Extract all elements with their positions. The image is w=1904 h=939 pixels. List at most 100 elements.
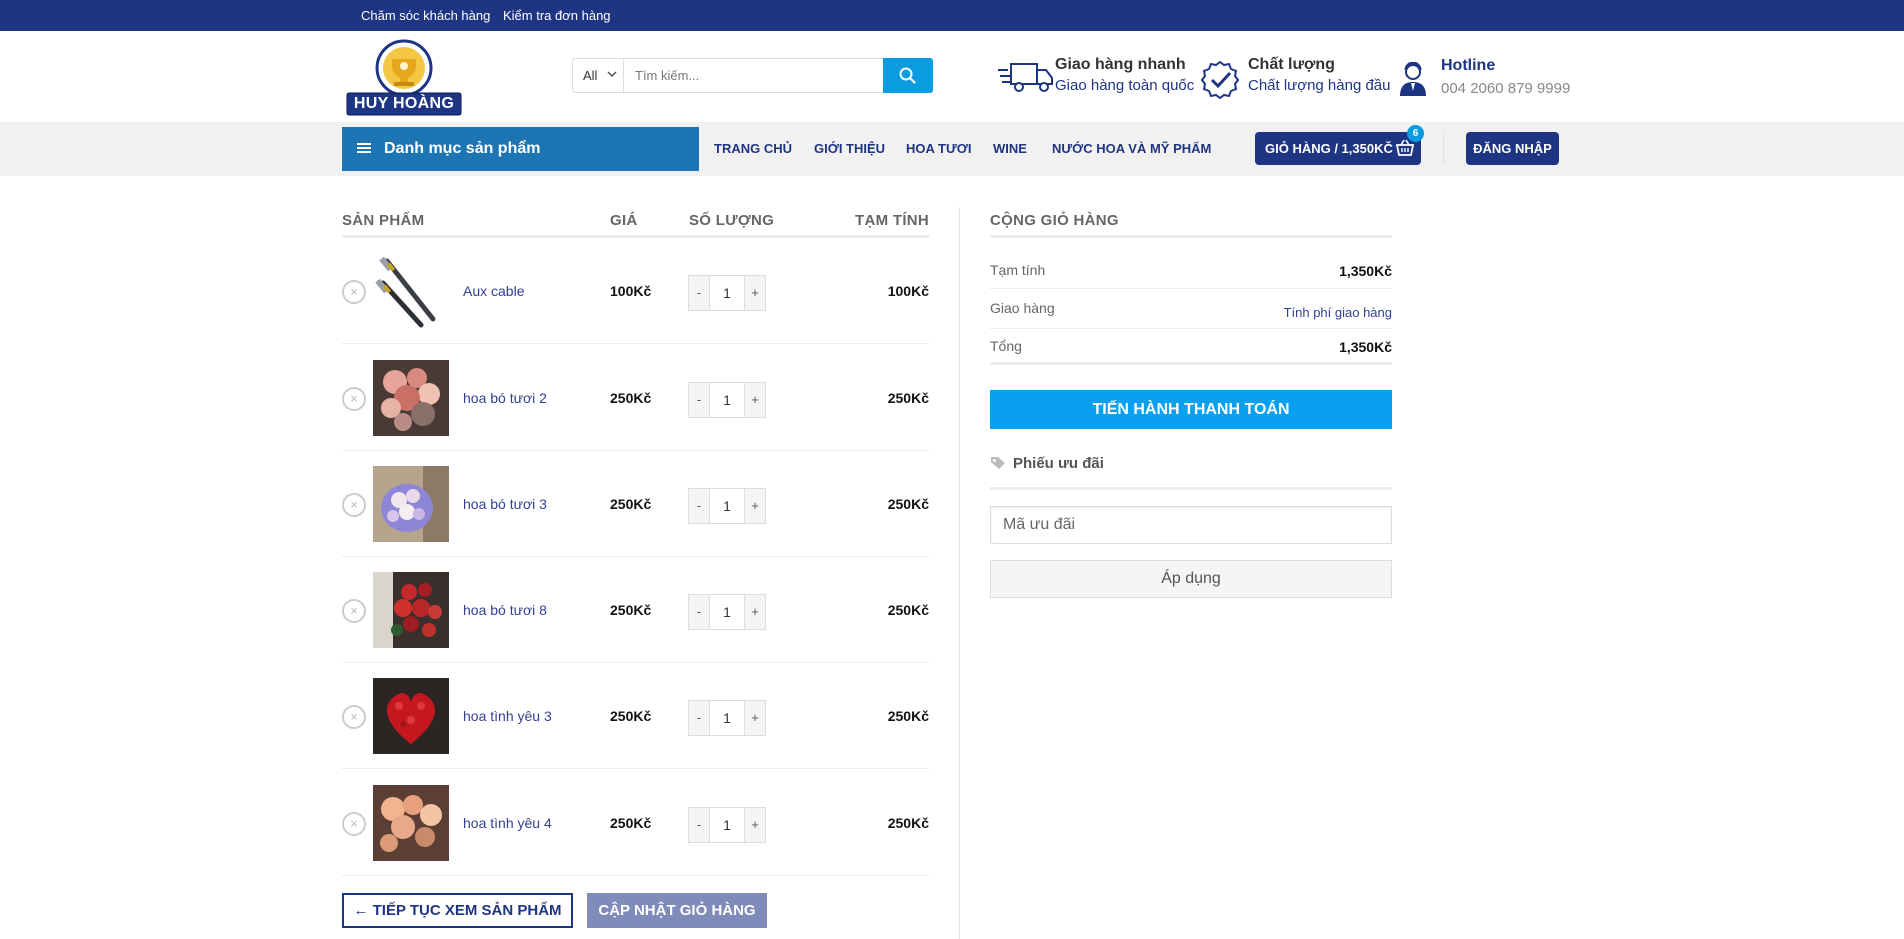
remove-item-button[interactable]: ×	[342, 705, 366, 729]
product-name-link[interactable]: hoa bó tươi 2	[463, 390, 547, 406]
decrease-qty-button[interactable]: -	[688, 807, 710, 843]
product-thumbnail[interactable]	[373, 572, 449, 648]
col-header-price: GIÁ	[610, 212, 638, 229]
remove-item-button[interactable]: ×	[342, 812, 366, 836]
decrease-qty-button[interactable]: -	[688, 382, 710, 418]
cart-totals-heading: CỘNG GIỎ HÀNG	[990, 212, 1119, 229]
hotline-number[interactable]: 004 2060 879 9999	[1441, 80, 1570, 97]
totals-divider	[990, 288, 1392, 289]
coupon-divider	[990, 487, 1392, 490]
increase-qty-button[interactable]: +	[744, 700, 766, 736]
continue-shopping-button[interactable]: ← TIẾP TỤC XEM SẢN PHẨM	[342, 893, 573, 928]
cart-row: × Aux cable 100Kč - 1 + 100Kč	[342, 238, 929, 344]
apply-coupon-button[interactable]: Áp dụng	[990, 560, 1392, 598]
remove-item-button[interactable]: ×	[342, 493, 366, 517]
search-bar: All	[572, 58, 933, 93]
product-name-link[interactable]: hoa bó tươi 8	[463, 602, 547, 618]
quantity-input[interactable]: 1	[709, 700, 745, 736]
quantity-input[interactable]: 1	[709, 382, 745, 418]
quantity-input[interactable]: 1	[709, 594, 745, 630]
row-subtotal: 250Kč	[887, 602, 929, 618]
remove-item-button[interactable]: ×	[342, 387, 366, 411]
feature-title: Chất lượng	[1248, 56, 1335, 73]
main-nav: Danh mục sản phẩm TRANG CHỦ GIỚI THIỆU H…	[0, 122, 1904, 176]
nav-wine[interactable]: WINE	[993, 141, 1027, 156]
increase-qty-button[interactable]: +	[744, 807, 766, 843]
decrease-qty-button[interactable]: -	[688, 275, 710, 311]
search-button[interactable]	[883, 58, 933, 93]
remove-item-button[interactable]: ×	[342, 599, 366, 623]
total-label: Tổng	[990, 338, 1022, 354]
coupon-code-input[interactable]	[990, 506, 1392, 544]
cart-button[interactable]: GIỎ HÀNG / 1,350KČ 6	[1255, 125, 1424, 165]
cart-count-badge: 6	[1407, 125, 1424, 142]
row-subtotal: 250Kč	[887, 390, 929, 406]
quantity-input[interactable]: 1	[709, 807, 745, 843]
checkout-button[interactable]: TIẾN HÀNH THANH TOÁN	[990, 390, 1392, 429]
col-header-subtotal: TẠM TÍNH	[855, 212, 930, 229]
cart-row: × hoa tình yêu 4 250Kč - 1 + 250Kč	[342, 770, 929, 876]
shipping-label: Giao hàng	[990, 300, 1055, 316]
increase-qty-button[interactable]: +	[744, 382, 766, 418]
product-name-link[interactable]: hoa bó tươi 3	[463, 496, 547, 512]
quantity-stepper: - 1 +	[688, 594, 768, 630]
cart-row: × hoa tình yêu 3 250Kč - 1 + 250Kč	[342, 663, 929, 769]
search-category-select[interactable]: All	[573, 59, 624, 92]
product-price: 250Kč	[610, 390, 652, 406]
product-thumbnail[interactable]	[373, 785, 449, 861]
quantity-stepper: - 1 +	[688, 488, 768, 524]
quantity-stepper: - 1 +	[688, 382, 768, 418]
product-price: 250Kč	[610, 708, 652, 724]
quantity-input[interactable]: 1	[709, 488, 745, 524]
hotline-title: Hotline	[1441, 57, 1496, 74]
row-subtotal: 250Kč	[887, 496, 929, 512]
product-name-link[interactable]: hoa tình yêu 4	[463, 815, 552, 831]
subtotal-label: Tạm tính	[990, 262, 1046, 278]
feature-subtitle: Giao hàng toàn quốc	[1055, 77, 1195, 94]
nav-home[interactable]: TRANG CHỦ	[714, 141, 792, 156]
order-tracking-link[interactable]: Kiểm tra đơn hàng	[503, 8, 611, 23]
product-thumbnail[interactable]	[373, 466, 449, 542]
login-button[interactable]: ĐĂNG NHẬP	[1466, 132, 1559, 165]
nav-fresh-flowers[interactable]: HOA TƯƠI	[906, 141, 971, 156]
category-menu-button[interactable]: Danh mục sản phẩm	[342, 127, 699, 171]
column-divider	[959, 207, 960, 939]
customer-care-link[interactable]: Chăm sóc khách hàng	[361, 8, 490, 23]
decrease-qty-button[interactable]: -	[688, 700, 710, 736]
nav-perfume-cosmetics[interactable]: NƯỚC HOA VÀ MỸ PHẨM	[1052, 141, 1211, 156]
update-cart-button[interactable]: CẬP NHẬT GIỎ HÀNG	[587, 893, 767, 928]
quantity-stepper: - 1 +	[688, 700, 768, 736]
chevron-down-icon	[607, 71, 617, 78]
product-thumbnail[interactable]	[373, 253, 449, 329]
cart-label: GIỎ HÀNG / 1,350KČ	[1265, 141, 1393, 156]
quantity-input[interactable]: 1	[709, 275, 745, 311]
row-subtotal: 250Kč	[887, 815, 929, 831]
search-category-value: All	[583, 68, 598, 83]
increase-qty-button[interactable]: +	[744, 594, 766, 630]
product-name-link[interactable]: hoa tình yêu 3	[463, 708, 552, 724]
quality-check-icon	[1200, 60, 1240, 100]
category-menu-label: Danh mục sản phẩm	[384, 140, 541, 157]
cart-row: × hoa bó tươi 8 250Kč - 1 + 250Kč	[342, 557, 929, 663]
subtotal-value: 1,350Kč	[1339, 263, 1392, 279]
decrease-qty-button[interactable]: -	[688, 488, 710, 524]
basket-icon	[1396, 139, 1414, 156]
row-subtotal: 100Kč	[887, 283, 929, 299]
logo-text: HUY HOÀNG	[353, 95, 455, 112]
remove-item-button[interactable]: ×	[342, 280, 366, 304]
product-name-link[interactable]: Aux cable	[463, 283, 524, 299]
nav-about[interactable]: GIỚI THIỆU	[814, 141, 885, 156]
total-value: 1,350Kč	[1339, 339, 1392, 355]
col-header-quantity: SỐ LƯỢNG	[689, 212, 775, 229]
row-subtotal: 250Kč	[887, 708, 929, 724]
product-price: 250Kč	[610, 815, 652, 831]
increase-qty-button[interactable]: +	[744, 488, 766, 524]
site-logo[interactable]: HUY HOÀNG	[345, 37, 463, 117]
decrease-qty-button[interactable]: -	[688, 594, 710, 630]
product-thumbnail[interactable]	[373, 678, 449, 754]
search-input[interactable]	[625, 59, 880, 92]
increase-qty-button[interactable]: +	[744, 275, 766, 311]
product-thumbnail[interactable]	[373, 360, 449, 436]
calculate-shipping-link[interactable]: Tính phí giao hàng	[1284, 305, 1392, 320]
search-icon	[899, 67, 916, 84]
